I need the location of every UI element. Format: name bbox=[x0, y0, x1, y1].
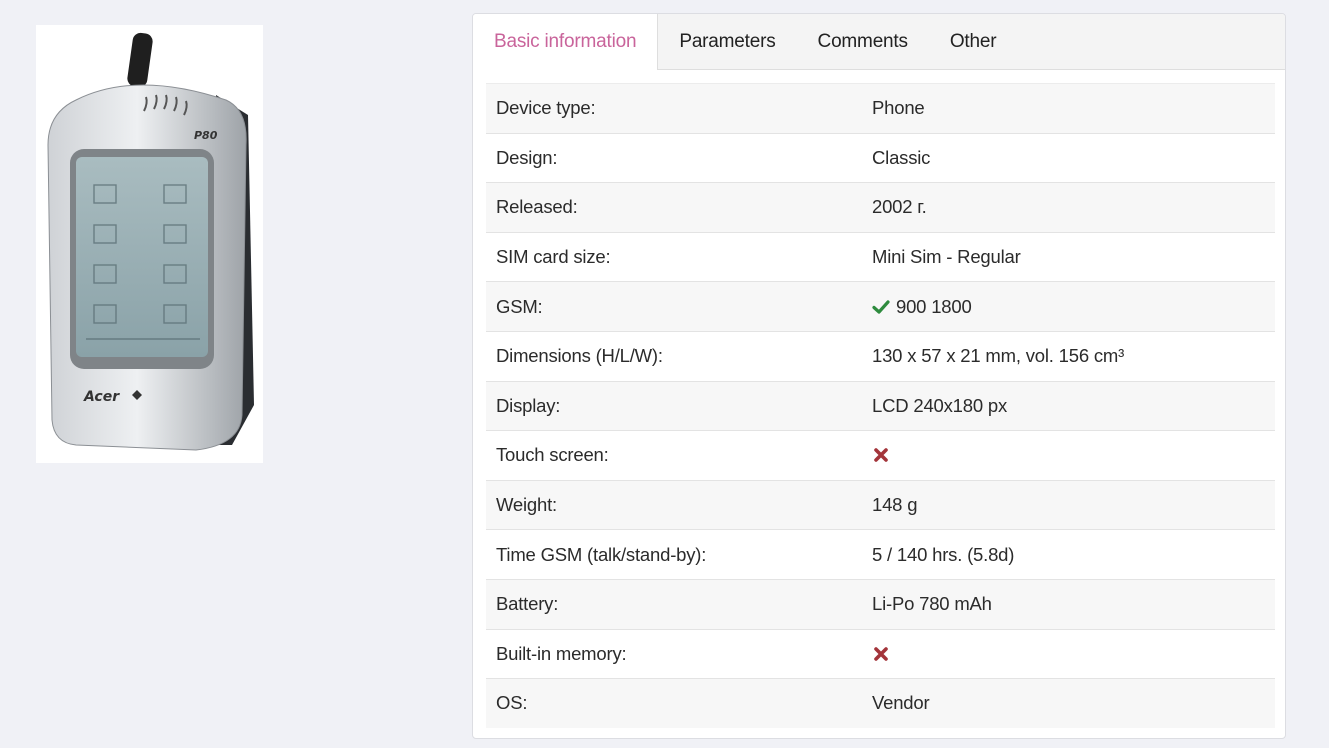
check-icon bbox=[872, 298, 890, 316]
svg-text:Acer: Acer bbox=[83, 389, 120, 405]
spec-value-cell: 130 x 57 x 21 mm, vol. 156 cm³ bbox=[872, 345, 1275, 367]
spec-value-cell: 2002 г. bbox=[872, 196, 1275, 218]
spec-value-cell: Li-Po 780 mAh bbox=[872, 593, 1275, 615]
spec-value-cell: 900 1800 bbox=[872, 296, 1275, 318]
spec-row: SIM card size: Mini Sim - Regular bbox=[486, 231, 1275, 282]
spec-value: 130 x 57 x 21 mm, vol. 156 cm³ bbox=[872, 345, 1125, 367]
spec-row: Weight: 148 g bbox=[486, 479, 1275, 530]
spec-row: Device type: Phone bbox=[486, 83, 1275, 133]
spec-label: Battery: bbox=[496, 593, 559, 615]
spec-row: Display: LCD 240x180 px bbox=[486, 380, 1275, 431]
spec-value: LCD 240x180 px bbox=[872, 394, 1008, 416]
spec-label: Dimensions (H/L/W): bbox=[496, 345, 663, 367]
spec-label: Display: bbox=[496, 394, 561, 416]
spec-row: Touch screen: bbox=[486, 430, 1275, 480]
spec-row: Released: 2002 г. bbox=[486, 182, 1275, 232]
spec-row: Design: Classic bbox=[486, 132, 1275, 183]
spec-value-cell: 5 / 140 hrs. (5.8d) bbox=[872, 544, 1275, 566]
spec-label: Device type: bbox=[496, 97, 596, 119]
spec-row: Time GSM (talk/stand-by): 5 / 140 hrs. (5… bbox=[486, 529, 1275, 579]
tab-basic-information[interactable]: Basic information bbox=[473, 14, 659, 70]
spec-label: Weight: bbox=[496, 494, 557, 516]
spec-value: Phone bbox=[872, 97, 925, 119]
spec-value-cell: 148 g bbox=[872, 494, 1275, 516]
spec-value-cell: Mini Sim - Regular bbox=[872, 246, 1275, 268]
spec-value-cell: LCD 240x180 px bbox=[872, 395, 1275, 417]
cross-icon bbox=[872, 446, 890, 464]
spec-value: Mini Sim - Regular bbox=[872, 246, 1021, 268]
spec-value-cell: Vendor bbox=[872, 692, 1275, 714]
spec-label: Built-in memory: bbox=[496, 642, 627, 664]
tab-parameters[interactable]: Parameters bbox=[658, 14, 796, 69]
tab-other[interactable]: Other bbox=[929, 14, 1018, 69]
spec-row: GSM: 900 1800 bbox=[486, 281, 1275, 331]
tab-bar: Basic information Parameters Comments Ot… bbox=[473, 14, 1285, 70]
spec-label: Released: bbox=[496, 196, 578, 218]
spec-row: OS: Vendor bbox=[486, 678, 1275, 728]
spec-value: Classic bbox=[872, 146, 931, 168]
spec-value-cell: Classic bbox=[872, 147, 1275, 169]
spec-value: 5 / 140 hrs. (5.8d) bbox=[872, 543, 1015, 565]
phone-illustration: P80 Acer bbox=[47, 32, 254, 451]
spec-value-cell: Phone bbox=[872, 97, 1275, 119]
spec-label: SIM card size: bbox=[496, 246, 611, 268]
product-image: P80 Acer bbox=[36, 25, 263, 463]
spec-value-cell bbox=[872, 446, 1275, 464]
spec-label: Design: bbox=[496, 146, 558, 168]
spec-row: Built-in memory: bbox=[486, 628, 1275, 679]
spec-row: Dimensions (H/L/W): 130 x 57 x 21 mm, vol… bbox=[486, 330, 1275, 381]
tab-comments[interactable]: Comments bbox=[797, 14, 929, 69]
spec-value: 148 g bbox=[872, 494, 918, 516]
spec-row: Battery: Li-Po 780 mAh bbox=[486, 578, 1275, 629]
svg-text:P80: P80 bbox=[194, 129, 218, 142]
spec-label: GSM: bbox=[496, 295, 543, 317]
spec-value: Li-Po 780 mAh bbox=[872, 593, 992, 615]
spec-label: Touch screen: bbox=[496, 444, 609, 466]
spec-label: Time GSM (talk/stand-by): bbox=[496, 543, 707, 565]
spec-table: Device type: Phone Design: Classic Released:… bbox=[486, 83, 1275, 728]
spec-value: Vendor bbox=[872, 692, 930, 714]
specs-panel: Basic information Parameters Comments Ot… bbox=[472, 13, 1286, 739]
spec-value: 2002 г. bbox=[872, 196, 927, 218]
spec-value: 900 1800 bbox=[896, 295, 972, 317]
spec-label: OS: bbox=[496, 692, 528, 714]
spec-value-cell bbox=[872, 645, 1275, 663]
cross-icon bbox=[872, 645, 890, 663]
